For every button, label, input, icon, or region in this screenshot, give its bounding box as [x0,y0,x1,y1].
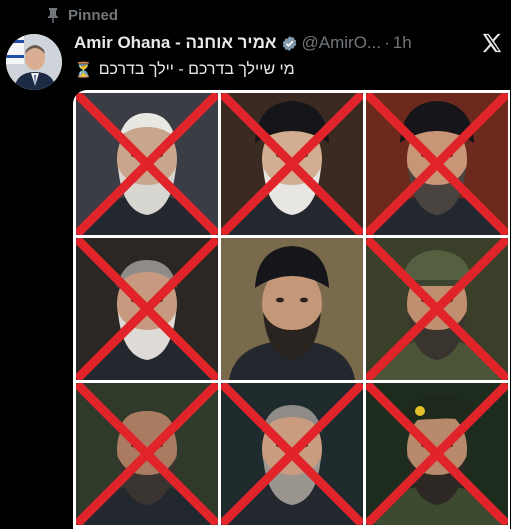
portrait-image [221,93,363,235]
post-text: מי שיילך בדרכם - יילך בדרכם [98,61,295,78]
post-text-row: מי שיילך בדרכם - יילך בדרכם ⏳ [74,58,508,82]
separator-dot: · [384,33,390,52]
portrait-image [221,383,363,525]
portrait-cell [221,383,363,525]
portrait-cell [76,238,218,380]
portrait-grid [76,93,508,525]
display-name[interactable]: Amir Ohana - אמיר אוחנה [74,33,277,53]
avatar-image [6,34,62,90]
portrait-cell [221,238,363,380]
pinned-indicator: Pinned [46,4,118,26]
handle[interactable]: @AmirO... [302,33,382,53]
pinned-label: Pinned [68,6,119,24]
portrait-cell [221,93,363,235]
portrait-image [221,238,363,380]
avatar[interactable] [6,34,62,90]
x-logo-icon[interactable] [481,32,503,54]
portrait-image [76,383,218,525]
hourglass-icon: ⏳ [74,62,93,79]
timestamp[interactable]: 1h [393,33,412,53]
portrait-cell [366,383,508,525]
portrait-image [366,238,508,380]
portrait-image [76,93,218,235]
verified-badge-icon [282,35,296,51]
portrait-cell [366,238,508,380]
portrait-image [366,93,508,235]
portrait-cell [366,93,508,235]
portrait-cell [76,383,218,525]
pin-icon [48,8,58,23]
post-header: Amir Ohana - אמיר אוחנה @AmirO... · 1h [74,32,503,54]
post-media[interactable] [73,90,510,529]
portrait-cell [76,93,218,235]
portrait-image [76,238,218,380]
portrait-image [366,383,508,525]
